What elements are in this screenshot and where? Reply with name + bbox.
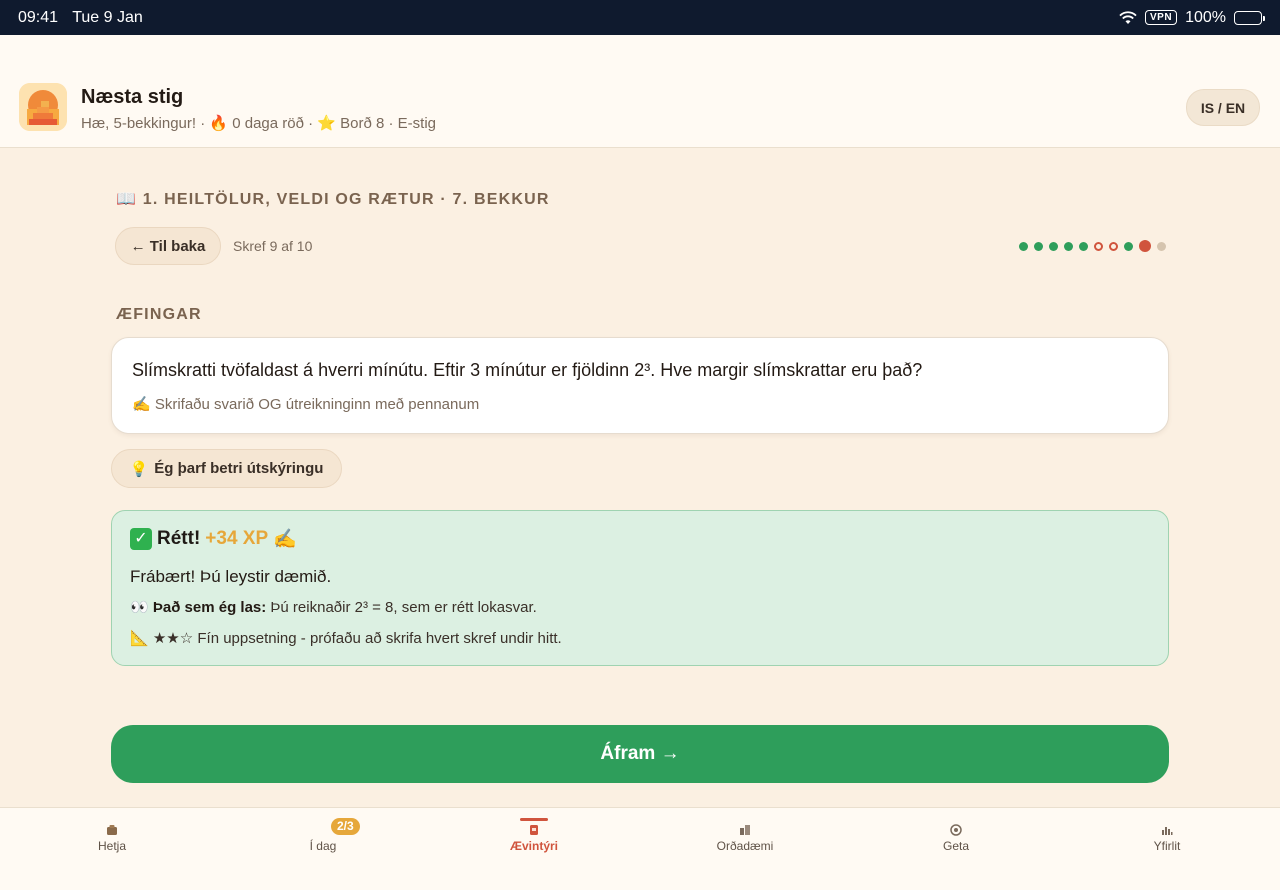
check-mark-icon: ✓ xyxy=(130,528,152,550)
feedback-read: 👀 Það sem ég las: Þú reiknaðir 2³ = 8, s… xyxy=(130,598,537,616)
step-dot-2 xyxy=(1034,241,1043,251)
status-bar: 09:41 Tue 9 Jan VPN 100% xyxy=(0,0,1280,35)
app-header: Næsta stig Hæ, 5-bekkingur! · 🔥 0 daga r… xyxy=(0,35,1280,148)
rating-text: Fín uppsetning - prófaðu að skrifa hvert… xyxy=(197,630,562,647)
ability-icon xyxy=(950,824,962,836)
step-dot-7 xyxy=(1109,241,1118,251)
feedback-panel: ✓ Rétt! +34 XP ✍️ Frábært! Þú leystir dæ… xyxy=(111,510,1169,666)
eyes-icon: 👀 xyxy=(130,599,149,616)
feedback-read-label: Það sem ég las: xyxy=(152,599,267,616)
nav-item-hetja[interactable]: Hetja xyxy=(42,808,182,890)
feedback-title: Rétt! xyxy=(157,528,201,549)
xp-gain: +34 XP xyxy=(205,528,269,549)
stairs-logo-icon xyxy=(19,83,67,131)
today-icon xyxy=(317,824,329,836)
exercises-label: ÆFINGAR xyxy=(116,306,202,323)
feedback-heading: ✓ Rétt! +34 XP ✍️ xyxy=(130,527,297,551)
section-title: 📖 1. HEILTÖLUR, VELDI OG RÆTUR · 7. BEKK… xyxy=(116,191,550,208)
adventure-icon xyxy=(530,825,538,835)
step-dot-6 xyxy=(1094,241,1103,251)
hero-icon xyxy=(107,825,117,835)
nav-item-word-problems[interactable]: Orðadæmi xyxy=(675,808,815,890)
app-logo xyxy=(19,83,67,131)
battery-icon xyxy=(1234,10,1265,25)
step-dot-3 xyxy=(1049,241,1058,251)
status-date: Tue 9 Jan xyxy=(72,8,143,26)
question-hint: ✍️ Skrifaðu svarið OG útreikninginn með … xyxy=(132,396,480,413)
explain-better-button[interactable]: 💡 Ég þarf betri útskýringu xyxy=(111,449,342,488)
nav-label-adventure: Ævintýri xyxy=(509,839,558,853)
overview-icon xyxy=(1162,827,1173,835)
step-dot-10 xyxy=(1157,241,1166,251)
bottom-nav: Hetja 2/3 Í dag Ævintýri Orðadæmi Geta Y… xyxy=(0,807,1280,890)
lightbulb-icon: 💡 xyxy=(129,460,149,478)
app-subtitle: Hæ, 5-bekkingur! · 🔥 0 daga röð · ⭐ Borð… xyxy=(81,115,436,132)
nav-label-today: Í dag xyxy=(309,839,337,853)
step-dot-1 xyxy=(1019,241,1028,251)
today-badge: 2/3 xyxy=(331,818,360,835)
step-progress-dots xyxy=(1019,240,1166,252)
nav-item-ability[interactable]: Geta xyxy=(886,808,1026,890)
feedback-rating: 📐 ★★☆ Fín uppsetning - prófaðu að skrifa… xyxy=(130,629,562,647)
nav-item-overview[interactable]: Yfirlit xyxy=(1097,808,1237,890)
explain-better-label: Ég þarf betri útskýringu xyxy=(154,460,324,477)
battery-percent: 100% xyxy=(1185,8,1226,26)
step-counter: Skref 9 af 10 xyxy=(233,238,313,254)
continue-button[interactable]: Áfram → xyxy=(111,725,1169,783)
feedback-read-text: Þú reiknaðir 2³ = 8, sem er rétt lokasva… xyxy=(270,599,537,616)
triangle-ruler-icon: 📐 xyxy=(130,630,149,647)
language-toggle-button[interactable]: IS / EN xyxy=(1186,89,1260,126)
vpn-badge: VPN xyxy=(1145,10,1178,25)
status-time: 09:41 xyxy=(18,8,59,26)
nav-label-ability: Geta xyxy=(942,839,969,853)
question-card: Slímskratti tvöfaldast á hverri mínútu. … xyxy=(111,337,1169,434)
nav-item-adventure[interactable]: Ævintýri xyxy=(464,808,604,890)
step-dot-4 xyxy=(1064,241,1073,251)
back-button[interactable]: ← Til baka xyxy=(115,227,221,265)
word-problems-icon xyxy=(740,825,750,835)
app-title: Næsta stig xyxy=(81,86,184,108)
nav-label-word-problems: Orðadæmi xyxy=(716,839,774,853)
wifi-icon xyxy=(1119,10,1137,24)
rating-stars: ★★☆ xyxy=(152,630,194,647)
status-right: VPN 100% xyxy=(1119,8,1265,27)
writing-hand-icon: ✍️ xyxy=(273,529,297,550)
status-left: 09:41 Tue 9 Jan xyxy=(18,9,153,27)
nav-label-hetja: Hetja xyxy=(97,839,126,853)
nav-label-overview: Yfirlit xyxy=(1153,839,1181,853)
question-text: Slímskratti tvöfaldast á hverri mínútu. … xyxy=(132,360,923,380)
active-tab-indicator xyxy=(520,818,548,821)
feedback-message: Frábært! Þú leystir dæmið. xyxy=(130,567,332,586)
step-dot-8 xyxy=(1124,241,1133,251)
nav-item-today[interactable]: 2/3 Í dag xyxy=(253,808,393,890)
step-dot-9 xyxy=(1139,240,1151,252)
step-dot-5 xyxy=(1079,241,1088,251)
